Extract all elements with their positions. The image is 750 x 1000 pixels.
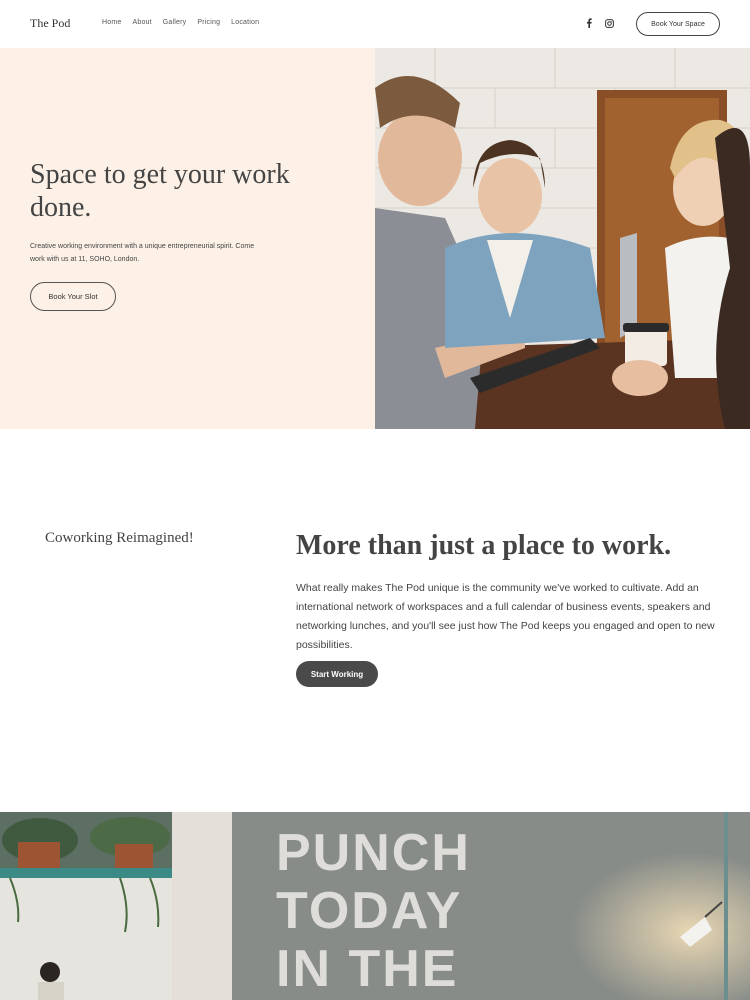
wall-lettering: PUNCH TODAY IN THE (276, 824, 471, 998)
hero-subtitle: Creative working environment with a uniq… (30, 243, 255, 263)
section-title: More than just a place to work. (296, 530, 672, 561)
site-header: The Pod Home About Gallery Pricing Locat… (0, 0, 750, 48)
section-tagline: Coworking Reimagined! (45, 530, 194, 546)
facebook-icon[interactable] (585, 18, 593, 28)
hero-panel (0, 48, 375, 429)
book-your-slot-button[interactable]: Book Your Slot (30, 282, 116, 311)
wall-line-2: TODAY (276, 882, 463, 940)
start-working-button[interactable]: Start Working (296, 661, 378, 687)
site-logo[interactable]: The Pod (30, 16, 70, 31)
main-nav: Home About Gallery Pricing Location (102, 19, 259, 26)
hero-photo (375, 48, 750, 429)
nav-pricing[interactable]: Pricing (197, 19, 220, 26)
banner-photo: PUNCH TODAY IN THE (0, 812, 750, 1000)
wall-line-1: PUNCH (276, 824, 471, 882)
instagram-icon[interactable] (605, 18, 614, 28)
coworking-people-photo (375, 48, 750, 429)
section-body: What really makes The Pod unique is the … (296, 582, 715, 651)
wall-line-3: IN THE (276, 940, 459, 998)
book-your-space-button[interactable]: Book Your Space (636, 12, 720, 36)
nav-about[interactable]: About (132, 19, 151, 26)
nav-location[interactable]: Location (231, 19, 259, 26)
social-links (585, 18, 614, 28)
nav-gallery[interactable]: Gallery (163, 19, 187, 26)
hero-title: Space to get your work done. (30, 159, 290, 223)
nav-home[interactable]: Home (102, 19, 121, 26)
